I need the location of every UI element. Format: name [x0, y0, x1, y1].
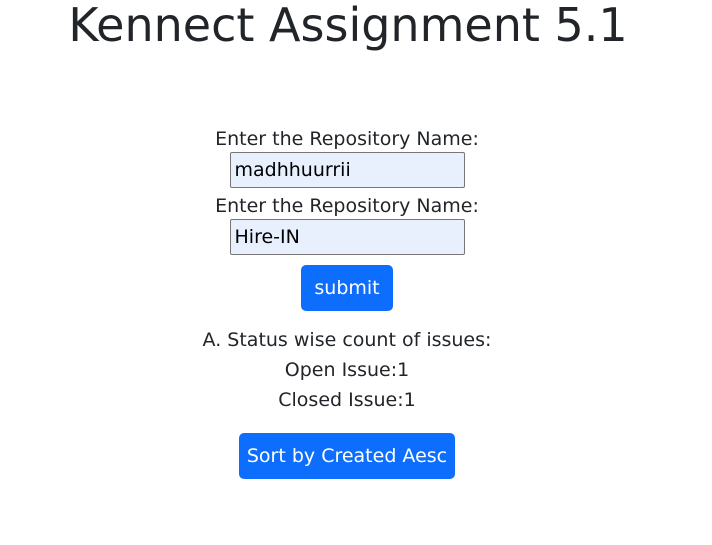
page-title: Kennect Assignment 5.1 — [68, 0, 628, 52]
submit-button[interactable]: submit — [301, 265, 393, 311]
page: Kennect Assignment 5.1 Enter the Reposit… — [0, 0, 712, 545]
open-issue-count: Open Issue:1 — [284, 359, 410, 381]
closed-issue-count: Closed Issue:1 — [278, 389, 416, 411]
repository-field-label: Enter the Repository Name: — [215, 195, 479, 217]
issue-status-summary: A. Status wise count of issues: Open Iss… — [0, 325, 694, 415]
repository-form: Enter the Repository Name: Enter the Rep… — [0, 126, 694, 311]
owner-input[interactable] — [229, 152, 465, 188]
repository-input[interactable] — [229, 219, 465, 255]
status-count-heading: A. Status wise count of issues: — [202, 329, 492, 351]
sort-by-created-button[interactable]: Sort by Created Aesc — [239, 433, 455, 479]
owner-field-label: Enter the Repository Name: — [215, 128, 479, 150]
